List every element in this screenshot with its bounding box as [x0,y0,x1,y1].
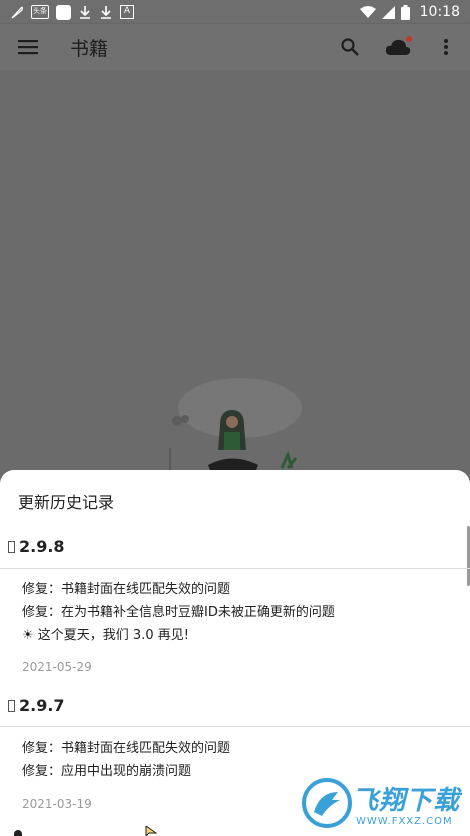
app-bar: 书籍 [0,24,470,70]
clock: 10:18 [419,4,460,20]
menu-icon [18,40,38,55]
wifi-icon [359,5,376,18]
changelog-item: 修复：在为书籍补全信息时豆瓣ID未被正确更新的问题 [22,605,335,620]
feather-icon [11,6,23,19]
page-title: 书籍 [70,37,109,60]
divider [0,726,470,727]
changelog-item: ☀ 这个夏天，我们 3.0 再见! [22,628,189,643]
site-logo-icon [302,778,352,828]
release-date: 2021-03-19 [22,797,92,811]
search-button[interactable] [326,24,374,70]
changelog-item: 修复：书籍封面在线匹配失效的问题 [22,582,231,597]
watermark: 飞翔下载 WWW.FXXZ.COM [300,776,462,832]
release-date: 2021-05-29 [22,660,92,674]
menu-button[interactable] [0,24,56,70]
search-icon [341,38,359,56]
more-vert-icon [444,39,448,55]
cloud-sync-button[interactable] [374,24,422,70]
signal-icon [381,5,395,19]
divider [0,568,470,569]
changelog-item: 修复：应用中出现的崩溃问题 [22,764,192,779]
watermark-url: WWW.FXXZ.COM [356,816,453,827]
battery-icon [400,4,410,20]
tag-icon [8,699,15,712]
version-number: 2.9.8 [19,537,65,556]
square-app-icon [56,4,71,20]
font-a-icon: A [120,5,134,19]
watermark-name: 飞翔下载 [352,786,461,816]
tag-icon [8,540,15,553]
cursor-icon [145,826,157,836]
version-number: 2.9.7 [19,696,65,715]
reading-person-illustration [169,378,302,470]
version-header: 2.9.7 [8,696,65,715]
news-app-icon: 头条 [31,5,49,19]
notification-badge [406,36,412,42]
download-icon [80,6,90,19]
download-icon [101,6,111,19]
status-bar: 头条 A 10:18 [0,0,470,24]
more-options-button[interactable] [422,24,470,70]
sheet-title: 更新历史记录 [18,493,115,512]
version-header: 2.9.8 [8,537,65,556]
next-version-glyph [14,830,22,836]
changelog-item: 修复：书籍封面在线匹配失效的问题 [22,741,231,756]
